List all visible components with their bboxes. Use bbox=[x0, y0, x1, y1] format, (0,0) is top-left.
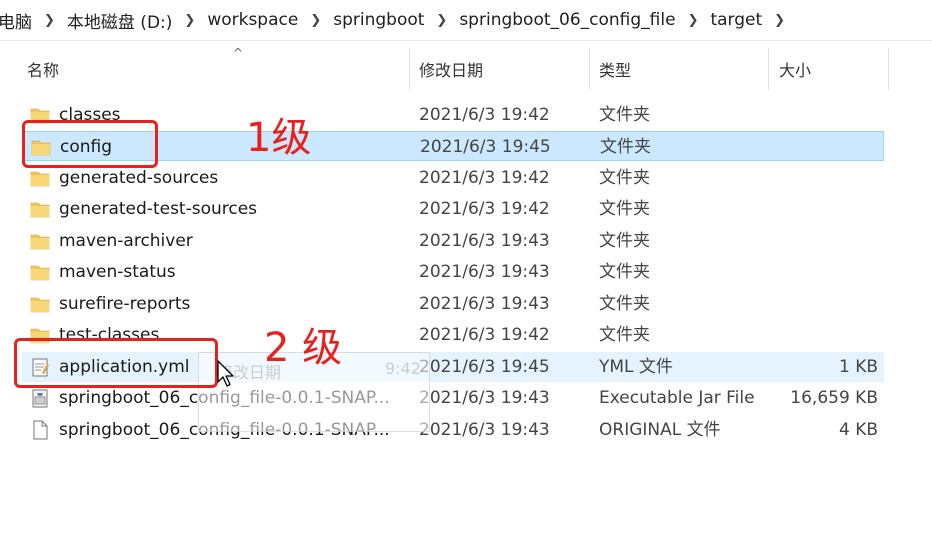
file-size bbox=[768, 163, 878, 193]
file-size: 16,659 KB bbox=[790, 388, 878, 408]
chevron-right-icon[interactable]: ❯ bbox=[682, 13, 705, 28]
file-date: 2021/6/3 19:42 bbox=[419, 105, 550, 125]
file-type: 文件夹 bbox=[599, 199, 650, 219]
file-icon bbox=[30, 420, 50, 440]
sort-ascending-icon: ^ bbox=[233, 46, 244, 60]
breadcrumb-item-workspace[interactable]: workspace bbox=[201, 10, 304, 30]
folder-icon bbox=[30, 294, 50, 314]
breadcrumb-item-drive-d[interactable]: 本地磁盘 (D:) bbox=[61, 8, 179, 33]
file-size bbox=[768, 100, 878, 130]
column-header-row: 名称 ^ 修改日期 类型 大小 bbox=[0, 44, 932, 94]
column-header-size-label: 大小 bbox=[779, 61, 812, 80]
file-size bbox=[768, 226, 878, 256]
annotation-label-1: 1级 bbox=[246, 115, 312, 161]
chevron-right-icon[interactable]: ❯ bbox=[178, 13, 201, 28]
file-type: 文件夹 bbox=[599, 105, 650, 125]
file-size bbox=[768, 194, 878, 224]
file-size bbox=[768, 320, 878, 350]
file-type: 文件夹 bbox=[600, 137, 651, 157]
folder-icon bbox=[30, 231, 50, 251]
column-header-name-label: 名称 bbox=[27, 61, 60, 80]
breadcrumb: 电脑 ❯ 本地磁盘 (D:) ❯ workspace ❯ springboot … bbox=[0, 0, 791, 40]
annotation-box-1 bbox=[22, 120, 158, 168]
file-type: Executable Jar File bbox=[599, 388, 755, 408]
file-size bbox=[768, 289, 878, 319]
file-date: 2021/6/3 19:42 bbox=[419, 199, 550, 219]
annotation-box-2 bbox=[14, 338, 218, 388]
file-size bbox=[768, 257, 878, 287]
file-row[interactable]: maven-archiver 2021/6/3 19:43 文件夹 bbox=[22, 226, 884, 256]
chevron-right-icon[interactable]: ❯ bbox=[38, 13, 61, 28]
column-divider[interactable] bbox=[888, 48, 889, 90]
file-date: 2021/6/3 19:43 bbox=[419, 262, 550, 282]
file-size bbox=[767, 132, 877, 162]
file-type: YML 文件 bbox=[599, 357, 673, 377]
file-date: 2021/6/3 19:45 bbox=[420, 137, 551, 157]
column-header-date[interactable]: 修改日期 bbox=[419, 44, 584, 94]
chevron-right-icon[interactable]: ❯ bbox=[304, 13, 327, 28]
file-date: 2021/6/3 19:42 bbox=[419, 325, 550, 345]
breadcrumb-item-springboot[interactable]: springboot bbox=[327, 10, 430, 30]
file-date: 2021/6/3 19:43 bbox=[419, 231, 550, 251]
file-type: 文件夹 bbox=[599, 168, 650, 188]
folder-icon bbox=[30, 262, 50, 282]
column-divider[interactable] bbox=[409, 48, 410, 90]
file-type: 文件夹 bbox=[599, 294, 650, 314]
file-name: maven-archiver bbox=[59, 231, 193, 251]
chevron-right-icon[interactable]: ❯ bbox=[768, 13, 791, 28]
column-header-size[interactable]: 大小 bbox=[779, 44, 879, 94]
jar-file-icon bbox=[30, 388, 50, 408]
file-type: ORIGINAL 文件 bbox=[599, 420, 721, 440]
mouse-cursor-icon bbox=[217, 360, 235, 392]
drag-ghost-time: 9:42 bbox=[385, 359, 421, 378]
file-date: 2021/6/3 19:43 bbox=[419, 420, 550, 440]
column-divider[interactable] bbox=[768, 48, 769, 90]
file-name: surefire-reports bbox=[59, 294, 191, 314]
folder-icon bbox=[30, 199, 50, 219]
file-row[interactable]: springboot_06_config_file-0.0.1-SNAP... … bbox=[22, 415, 884, 445]
file-row[interactable]: surefire-reports 2021/6/3 19:43 文件夹 bbox=[22, 289, 884, 319]
file-date: 2021/6/3 19:43 bbox=[419, 294, 550, 314]
breadcrumb-item-computer[interactable]: 电脑 bbox=[0, 8, 38, 33]
chevron-right-icon[interactable]: ❯ bbox=[430, 13, 453, 28]
file-size: 1 KB bbox=[838, 357, 878, 377]
file-date: 2021/6/3 19:43 bbox=[419, 388, 550, 408]
file-date: 2021/6/3 19:45 bbox=[419, 357, 550, 377]
annotation-label-2: 2 级 bbox=[264, 325, 343, 371]
address-bar[interactable]: 电脑 ❯ 本地磁盘 (D:) ❯ workspace ❯ springboot … bbox=[0, 0, 932, 41]
file-type: 文件夹 bbox=[599, 262, 650, 282]
file-row[interactable]: generated-test-sources 2021/6/3 19:42 文件… bbox=[22, 194, 884, 224]
file-row[interactable]: maven-status 2021/6/3 19:43 文件夹 bbox=[22, 257, 884, 287]
file-name: maven-status bbox=[59, 262, 176, 282]
file-size: 4 KB bbox=[838, 420, 878, 440]
column-header-name[interactable]: 名称 ^ bbox=[27, 44, 407, 94]
column-divider[interactable] bbox=[589, 48, 590, 90]
column-header-type[interactable]: 类型 bbox=[599, 44, 764, 94]
breadcrumb-item-target[interactable]: target bbox=[704, 10, 768, 30]
file-type: 文件夹 bbox=[599, 231, 650, 251]
breadcrumb-item-project[interactable]: springboot_06_config_file bbox=[453, 10, 681, 30]
folder-icon bbox=[30, 168, 50, 188]
column-header-type-label: 类型 bbox=[599, 61, 632, 80]
column-header-date-label: 修改日期 bbox=[419, 61, 484, 80]
file-date: 2021/6/3 19:42 bbox=[419, 168, 550, 188]
file-type: 文件夹 bbox=[599, 325, 650, 345]
file-name: generated-test-sources bbox=[59, 199, 258, 219]
